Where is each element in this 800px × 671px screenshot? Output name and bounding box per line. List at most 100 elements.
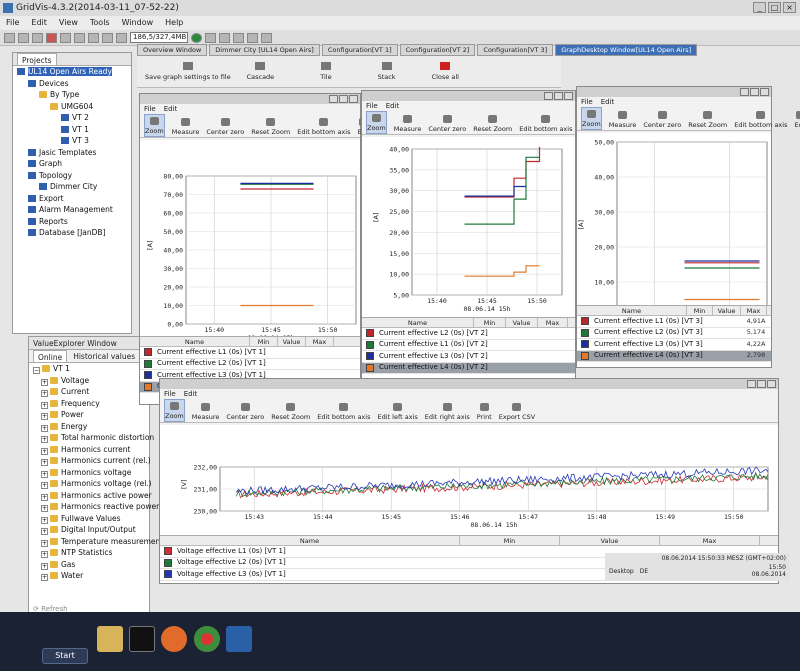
chrome-icon[interactable] [194,626,220,652]
graph-window-titlebar[interactable] [577,87,771,97]
document-tab[interactable]: Overview Window [137,44,208,56]
save-graph-settings-button[interactable]: Save graph settings to file [137,56,239,87]
graph-tool-button[interactable]: Edit right axis [425,399,470,422]
value-tree-root[interactable]: − VT 1 [29,363,149,375]
graph-menu-file[interactable]: File [144,104,156,114]
legend-row[interactable]: Current effective L2 (0s) [VT 3] 5,174 [577,328,771,339]
expand-icon[interactable]: + [41,390,48,397]
project-tree-item[interactable]: VT 1 [13,124,131,136]
legend-column-header[interactable]: Value [713,306,741,315]
legend-column-header[interactable]: Max [741,306,767,315]
value-tree-item[interactable]: + Voltage [29,375,149,387]
graph-tool-button[interactable]: Edit bottom axis [734,107,787,130]
value-tree-item[interactable]: + Energy [29,421,149,433]
project-tree-item[interactable]: Export [13,193,131,205]
memory-indicator[interactable]: 186,5/327,4MB [130,32,188,43]
legend-column-header[interactable]: Min [460,536,560,545]
legend-column-header[interactable]: Name [577,306,687,315]
minimize-icon[interactable] [747,380,756,388]
expand-icon[interactable]: + [41,482,48,489]
close-icon[interactable] [760,88,769,96]
expand-icon[interactable]: + [41,505,48,512]
legend-column-header[interactable]: Max [306,337,334,346]
document-tab[interactable]: GraphDesktop Window[UL14 Open Airs] [555,44,698,56]
legend-column-header[interactable]: Name [362,318,474,327]
project-tree-item[interactable]: Devices [13,78,131,90]
expand-icon[interactable]: + [41,470,48,478]
legend-column-header[interactable]: Value [560,536,660,545]
legend-row[interactable]: Current effective L1 (0s) [VT 3] 4,91A [577,316,771,328]
save-icon[interactable] [32,32,43,43]
copy-icon[interactable] [74,32,85,43]
document-tab[interactable]: Configuration[VT 3] [477,44,554,56]
legend-column-header[interactable]: Name [160,536,460,545]
graph-tool-button[interactable]: Zoom [366,111,387,134]
value-explorer-title[interactable]: ValueExplorer Window [33,337,117,349]
expand-icon[interactable]: + [41,528,48,535]
legend-row[interactable]: Current effective L4 (0s) [VT 3] 2,798 [577,350,771,362]
close-all-button[interactable]: Close all [424,56,467,87]
restore-icon[interactable] [750,88,759,96]
menu-window[interactable]: Window [122,16,154,30]
graph-menu-edit[interactable]: Edit [164,104,178,114]
graph-tool-button[interactable]: Measure [192,399,219,422]
value-tree-item[interactable]: + NTP Statistics [29,547,149,559]
expand-icon[interactable]: + [41,493,48,501]
graph-tool-button[interactable]: Center zero [428,111,466,134]
graph-tool-button[interactable]: Center zero [643,107,681,130]
start-button[interactable]: Start [42,648,88,664]
collapse-icon[interactable]: − [33,367,40,374]
delete-icon[interactable] [46,32,57,43]
legend-row[interactable]: Current effective L3 (0s) [VT 2] [362,351,575,363]
restore-icon[interactable] [339,95,348,103]
minimize-icon[interactable]: _ [753,2,766,13]
tab-online[interactable]: Online [33,350,68,362]
value-tree-item[interactable]: + Harmonics reactive power [29,501,159,513]
value-tree-item[interactable]: + Fullwave Values [29,513,149,525]
expand-icon[interactable]: + [41,401,48,409]
graph-tool-button[interactable]: Edit bottom axis [297,114,350,137]
terminal-icon[interactable] [129,626,155,652]
redo-icon[interactable] [116,32,127,43]
value-tree-item[interactable]: + Power [29,409,149,421]
device-search-icon[interactable] [205,32,216,43]
document-tab[interactable]: Configuration[VT 1] [321,44,398,56]
graph-menu-edit[interactable]: Edit [601,97,615,107]
settings-icon[interactable] [261,32,272,43]
expand-icon[interactable]: + [41,436,48,443]
project-tree-item[interactable]: Database [JanDB] [13,227,131,239]
menu-view[interactable]: View [59,16,78,30]
legend-column-header[interactable]: Name [140,337,250,346]
refresh-icon[interactable] [247,32,258,43]
cascade-button[interactable]: Cascade [239,56,283,87]
menu-edit[interactable]: Edit [31,16,47,30]
graph-tool-button[interactable]: Edit [794,107,800,130]
stack-button[interactable]: Stack [370,56,404,87]
project-tree-item[interactable]: By Type [13,89,131,101]
graph-window-titlebar[interactable] [140,94,360,104]
expand-icon[interactable]: + [41,413,48,420]
online-icon[interactable] [191,32,202,43]
legend-column-header[interactable]: Value [506,318,538,327]
expand-icon[interactable]: + [41,551,48,558]
menu-file[interactable]: File [6,16,19,30]
expand-icon[interactable]: + [41,459,48,466]
value-tree-item[interactable]: + Gas [29,559,149,571]
language-indicator[interactable]: DE [640,568,648,575]
graph-menu-file[interactable]: File [581,97,593,107]
project-tree-item[interactable]: Reports [13,216,131,228]
graph-window-titlebar[interactable] [362,91,575,101]
restore-icon[interactable] [554,92,563,100]
projects-tab[interactable]: Projects [17,53,57,65]
graph-tool-button[interactable]: Center zero [226,399,264,422]
paste-icon[interactable] [88,32,99,43]
graph-tool-button[interactable]: Zoom [144,114,165,137]
legend-column-header[interactable]: Value [278,337,306,346]
expand-icon[interactable]: + [41,539,48,547]
value-tree-item[interactable]: + Harmonics voltage [29,467,149,479]
graph-tool-button[interactable]: Edit bottom axis [317,399,370,422]
expand-icon[interactable]: + [41,562,48,570]
value-tree-item[interactable]: + Digital Input/Output [29,524,149,536]
expand-icon[interactable]: + [41,574,48,581]
expand-icon[interactable]: + [41,424,48,432]
